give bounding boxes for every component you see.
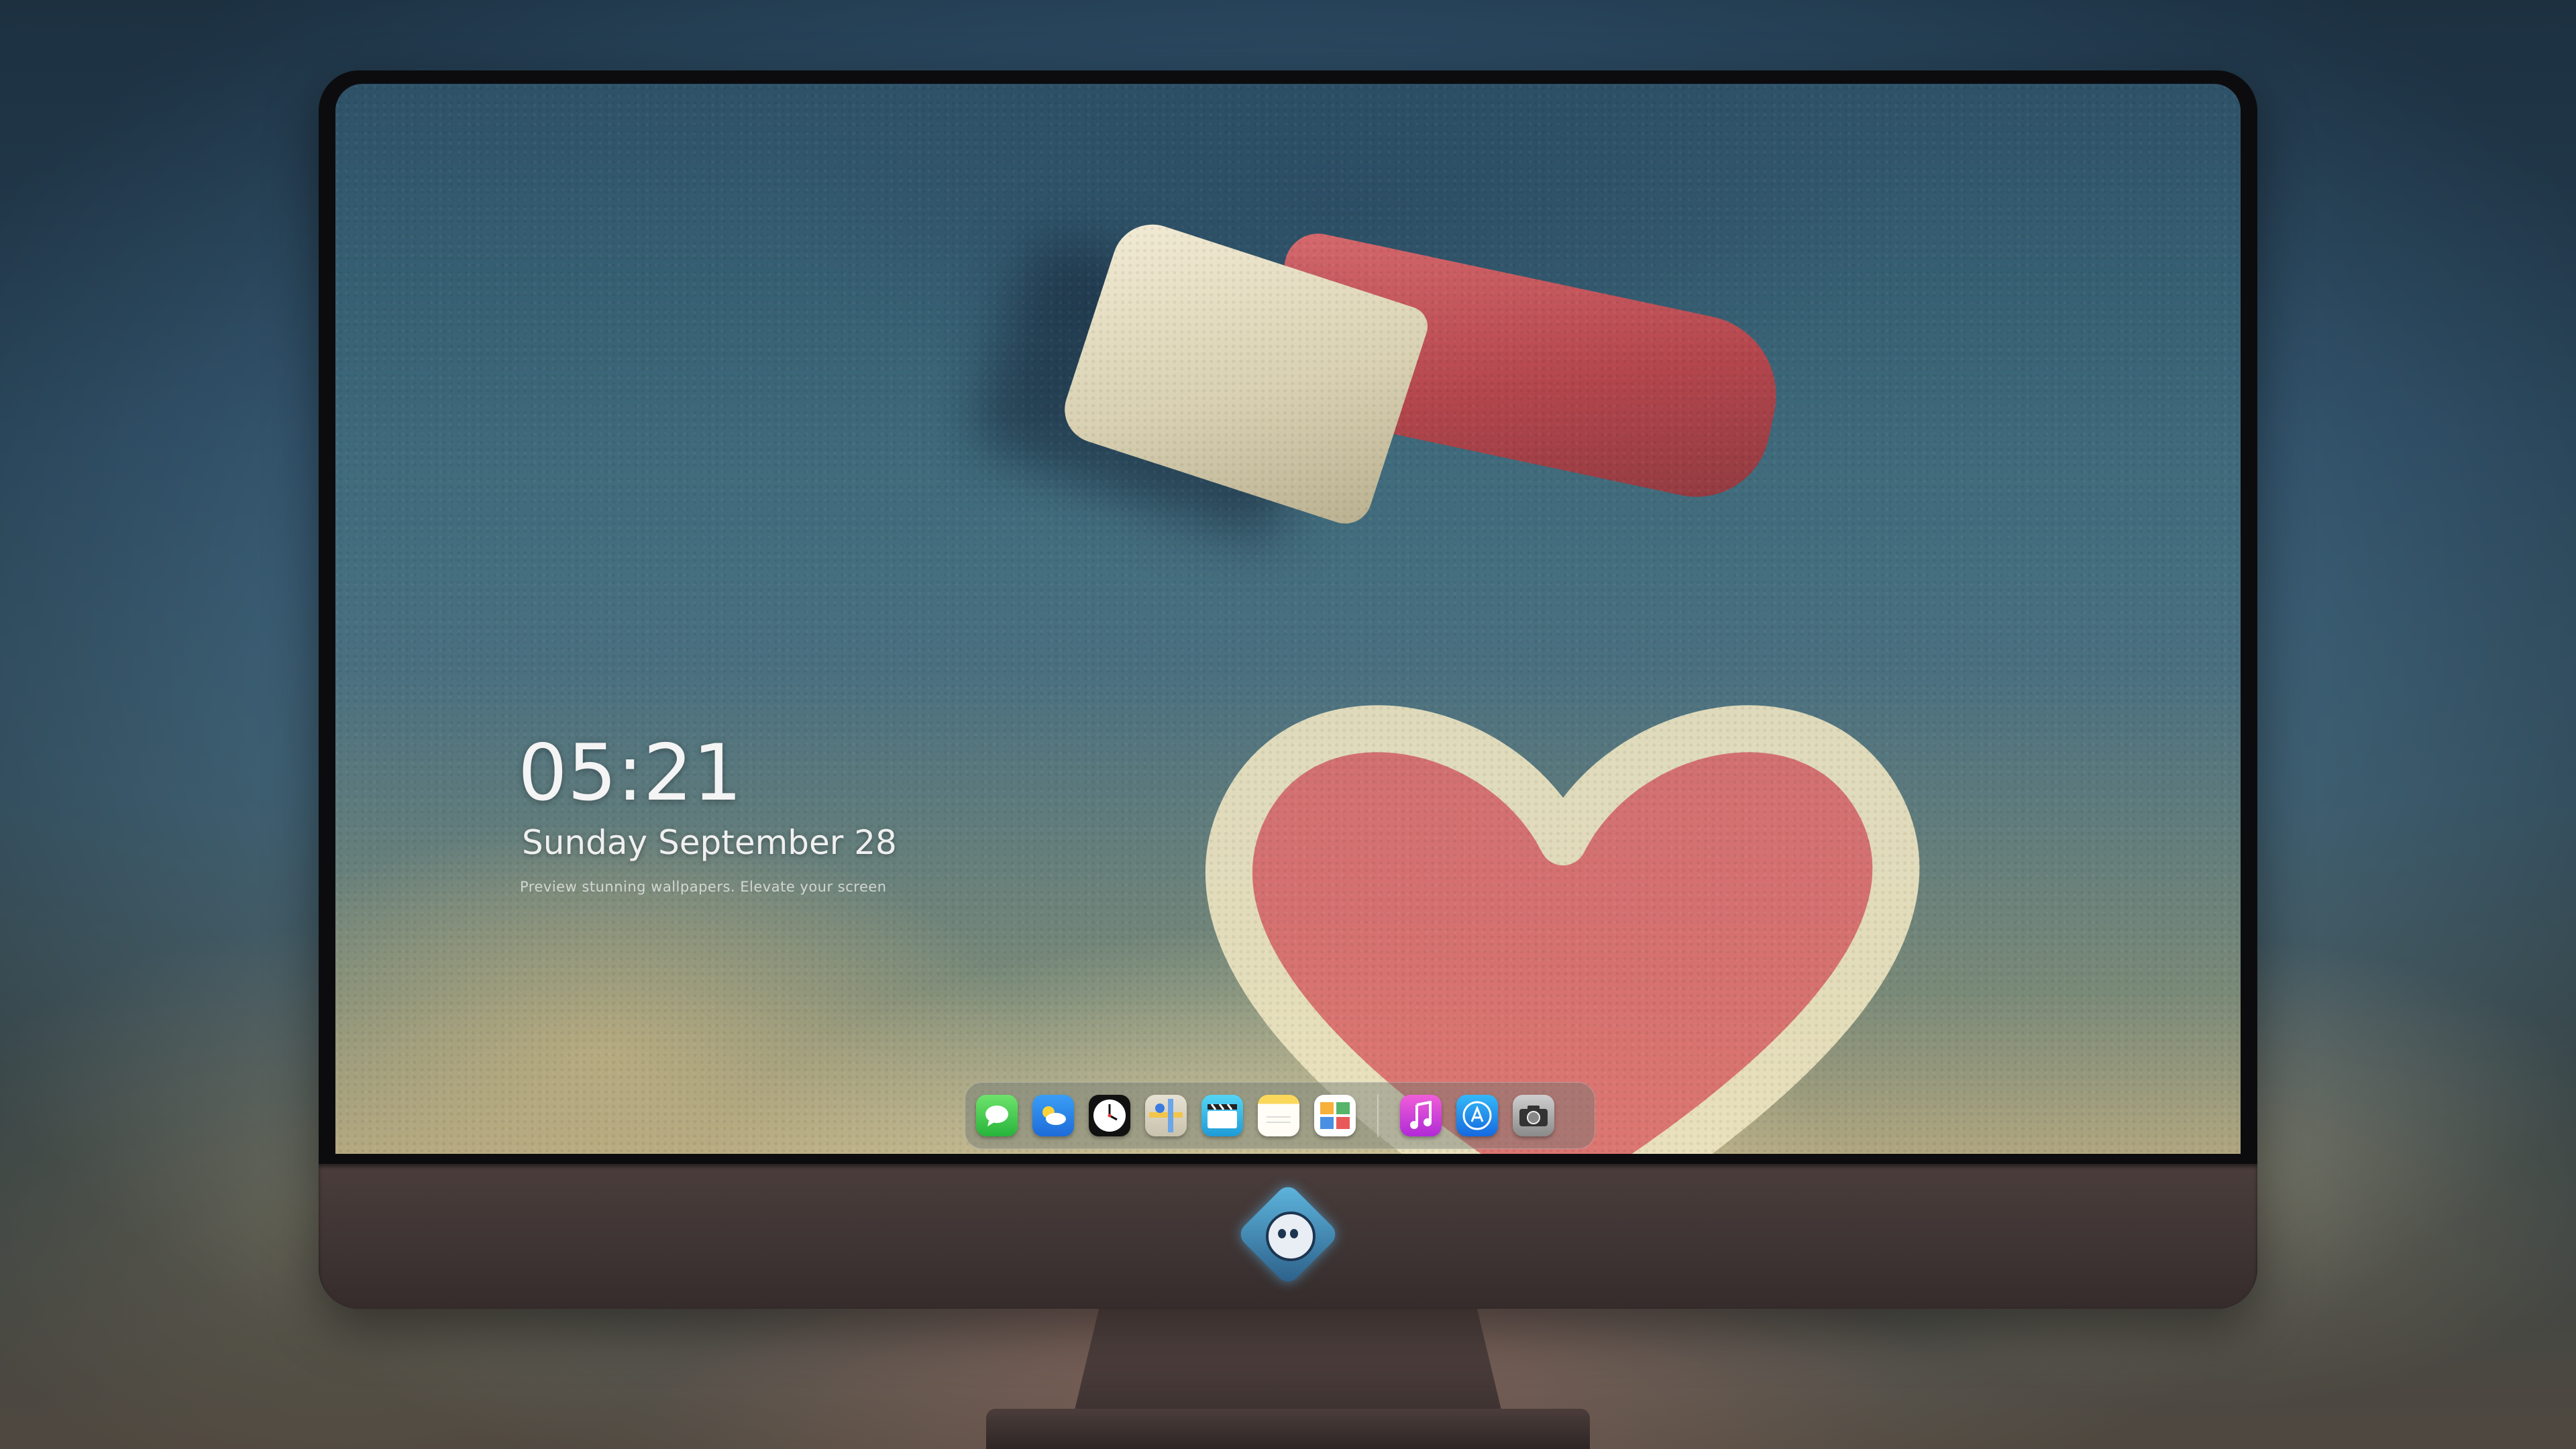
- calendar-icon[interactable]: [1314, 1095, 1356, 1136]
- messages-icon[interactable]: [976, 1095, 1018, 1136]
- lockscreen-time: 05:21: [518, 728, 743, 818]
- lockscreen-tagline: Preview stunning wallpapers. Elevate you…: [520, 879, 887, 895]
- notes-icon[interactable]: [1258, 1095, 1299, 1136]
- camera-icon[interactable]: [1513, 1095, 1554, 1136]
- monitor-stand-base: [986, 1409, 1590, 1449]
- monitor-stand-neck: [1073, 1308, 1503, 1415]
- mascot-logo-icon: [1266, 1212, 1316, 1261]
- clapperboard-icon[interactable]: [1201, 1095, 1243, 1136]
- desktop-screen: 05:21 Sunday September 28 Preview stunni…: [335, 84, 2241, 1154]
- wallpaper-texture: [335, 84, 2241, 1154]
- clock-icon[interactable]: [1089, 1095, 1130, 1136]
- maps-icon[interactable]: [1145, 1095, 1187, 1136]
- weather-icon[interactable]: [1032, 1095, 1074, 1136]
- app-store-icon[interactable]: [1456, 1095, 1498, 1136]
- lockscreen-date: Sunday September 28: [522, 823, 897, 862]
- music-note-icon[interactable]: [1400, 1095, 1442, 1136]
- dock-separator: [1377, 1094, 1379, 1137]
- dock: [965, 1082, 1595, 1149]
